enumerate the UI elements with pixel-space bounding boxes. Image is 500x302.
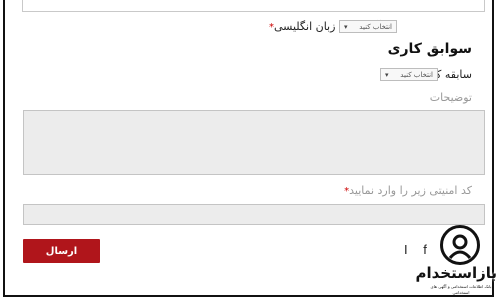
submit-button[interactable]: ارسال: [23, 239, 100, 263]
site-logo: بازاستخدام بانک اطلاعات استخدامی و آگهی …: [415, 225, 497, 300]
captcha-input[interactable]: [23, 204, 485, 225]
description-textarea[interactable]: [23, 110, 485, 175]
work-history-heading: سوابق کاری: [387, 41, 472, 57]
logo-name: بازاستخدام: [415, 264, 497, 282]
form-frame: آشنایی با زبان انگلیسی* انتخاب کنید ▾ سو…: [3, 0, 494, 297]
description-label: توضیحات: [429, 91, 472, 104]
logo-mark-icon: [440, 225, 480, 265]
logo-tagline: بانک اطلاعات استخدامی و آگهی های استخدام…: [430, 284, 492, 295]
captcha-label: کد امنیتی زیر را وارد نمایید*: [344, 184, 472, 197]
chevron-down-icon: ▾: [344, 22, 348, 31]
chevron-down-icon: ▾: [385, 70, 389, 79]
work-experience-select[interactable]: انتخاب کنید ▾: [380, 68, 438, 81]
english-skill-select[interactable]: انتخاب کنید ▾: [339, 20, 397, 33]
previous-field-input[interactable]: [22, 0, 485, 12]
user-search-icon: [448, 234, 472, 260]
